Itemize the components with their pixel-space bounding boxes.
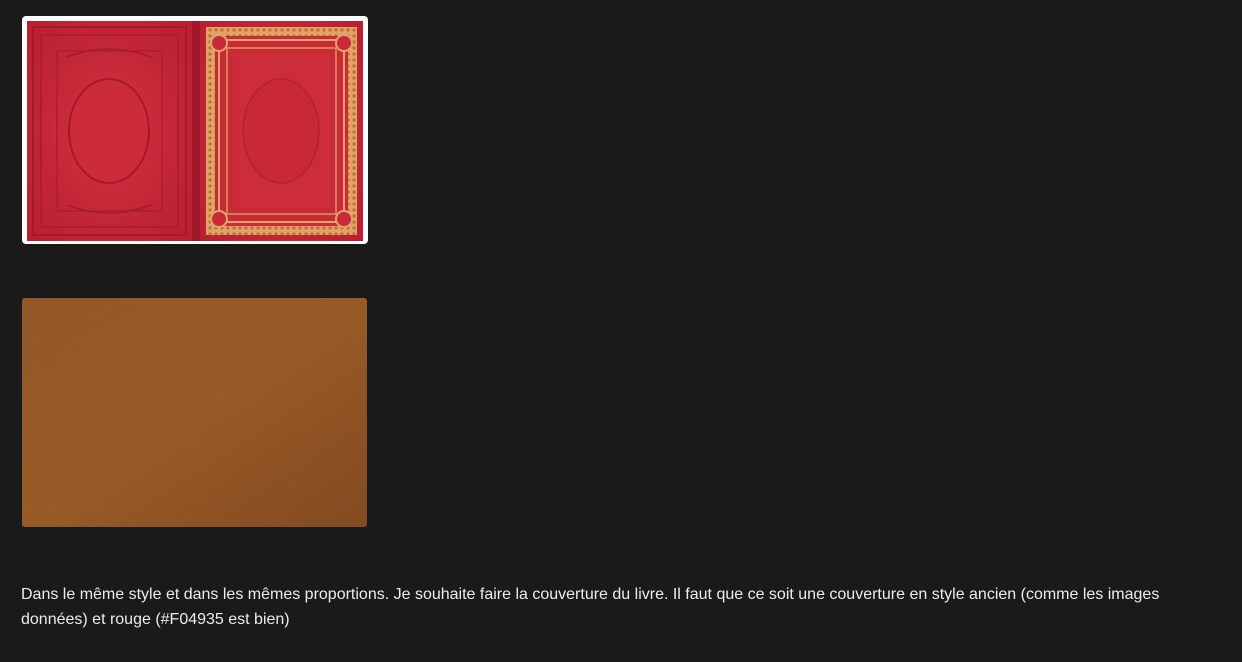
attachment-image-brown-leather[interactable]	[22, 298, 367, 527]
red-book-cover-illustration	[27, 21, 363, 241]
user-message-text: Dans le même style et dans les mêmes pro…	[21, 586, 1160, 628]
attachment-image-red-book-cover[interactable]	[22, 16, 368, 244]
brown-leather-texture	[22, 298, 367, 527]
chat-page: Dans le même style et dans les mêmes pro…	[0, 0, 1242, 662]
